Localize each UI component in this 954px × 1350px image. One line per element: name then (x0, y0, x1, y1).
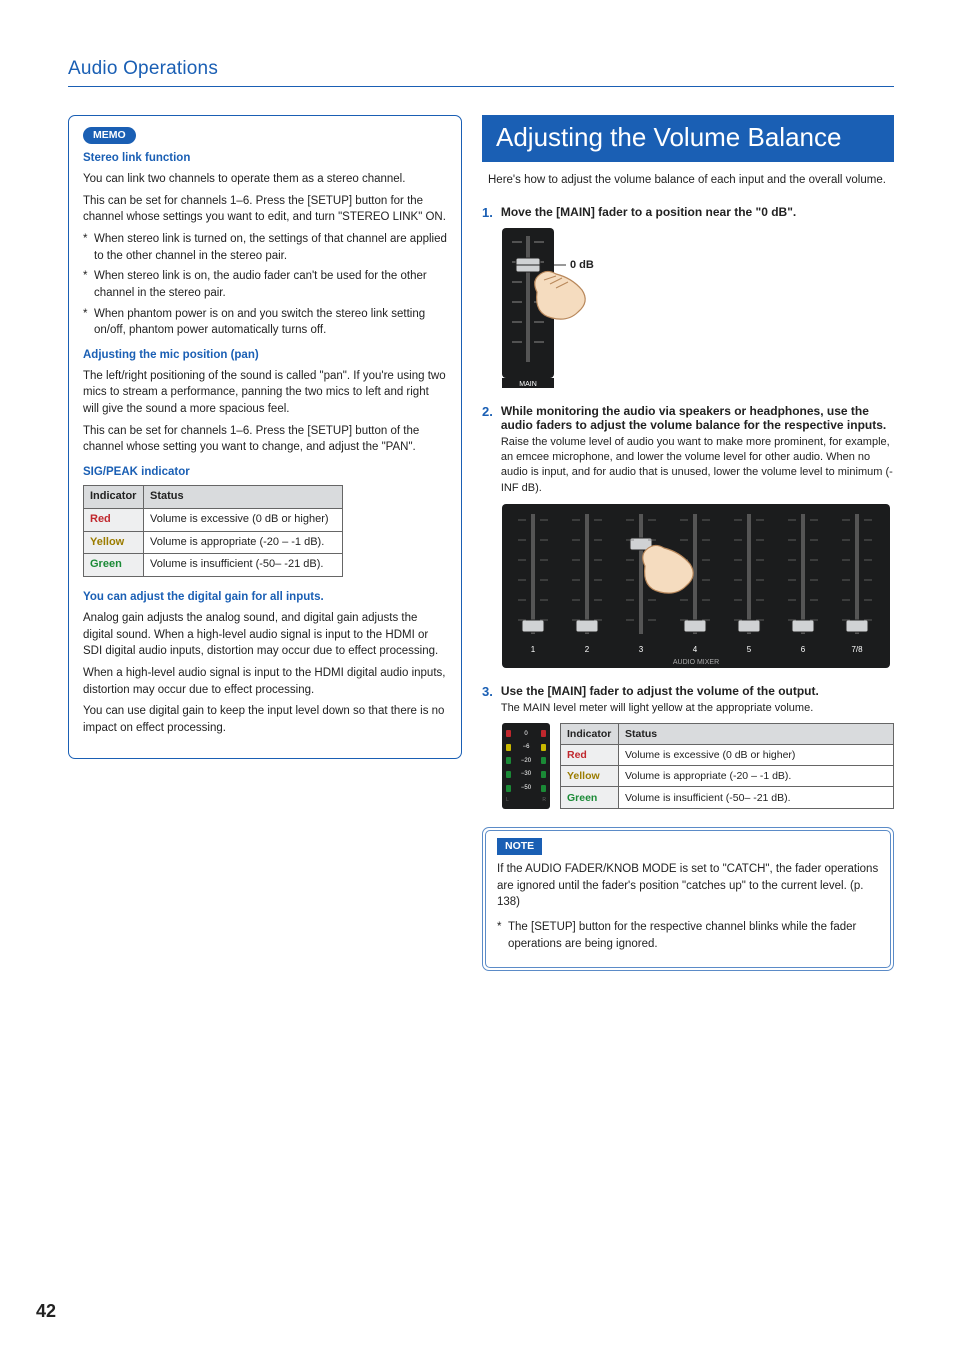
heading-stereo-link: Stereo link function (83, 150, 447, 167)
svg-text:MAIN: MAIN (519, 381, 537, 388)
cell-status: Volume is insufficient (-50– -21 dB). (144, 554, 343, 577)
paragraph: The left/right positioning of the sound … (83, 368, 447, 418)
memo-box: MEMO Stereo link function You can link t… (68, 115, 462, 759)
section-banner: Adjusting the Volume Balance (482, 115, 894, 162)
table-row: Red Volume is excessive (0 dB or higher) (561, 744, 894, 765)
list-item: When phantom power is on and you switch … (94, 306, 447, 339)
illustration-main-fader: 0 dB MAIN (482, 228, 894, 388)
cell-ind: Red (561, 744, 619, 765)
paragraph: This can be set for channels 1–6. Press … (83, 193, 447, 226)
step-text: While monitoring the audio via speakers … (501, 404, 894, 432)
step-2: 2. While monitoring the audio via speake… (482, 404, 894, 497)
heading-pan: Adjusting the mic position (pan) (83, 347, 447, 364)
level-meter: 0 −6 −20 −30 −50 LR (502, 723, 550, 809)
th-indicator: Indicator (84, 485, 144, 508)
step-text: Use the [MAIN] fader to adjust the volum… (501, 684, 894, 698)
indicator-table: Indicator Status Red Volume is excessive… (560, 723, 894, 809)
cell-ind: Yellow (561, 766, 619, 787)
th-status: Status (144, 485, 343, 508)
cell-status: Volume is appropriate (-20 – -1 dB). (619, 766, 894, 787)
cell-status: Volume is excessive (0 dB or higher) (144, 508, 343, 531)
step-num: 2. (482, 404, 493, 497)
paragraph: Analog gain adjusts the analog sound, an… (83, 610, 447, 660)
note-badge: NOTE (497, 838, 542, 855)
list-item: When stereo link is on, the audio fader … (94, 268, 447, 301)
note-box: NOTE If the AUDIO FADER/KNOB MODE is set… (482, 827, 894, 972)
memo-badge: MEMO (83, 127, 136, 144)
step-num: 1. (482, 205, 493, 220)
chapter-title: Audio Operations (68, 58, 894, 80)
th-indicator: Indicator (561, 723, 619, 744)
cell-ind: Green (561, 787, 619, 808)
intro: Here's how to adjust the volume balance … (482, 172, 894, 189)
paragraph: You can use digital gain to keep the inp… (83, 703, 447, 736)
heading-dgain: You can adjust the digital gain for all … (83, 589, 447, 606)
svg-text:5: 5 (747, 645, 752, 654)
list-item: When stereo link is turned on, the setti… (94, 231, 447, 264)
cell-status: Volume is insufficient (-50– -21 dB). (619, 787, 894, 808)
sig-table: Indicator Status Red Volume is excessive… (83, 485, 343, 578)
step-sub: Raise the volume level of audio you want… (501, 435, 894, 497)
table-row: Yellow Volume is appropriate (-20 – -1 d… (561, 766, 894, 787)
paragraph: If the AUDIO FADER/KNOB MODE is set to "… (497, 861, 879, 911)
svg-text:0 dB: 0 dB (570, 259, 594, 271)
paragraph: When a high-level audio signal is input … (83, 665, 447, 698)
cell-ind: Red (84, 508, 144, 531)
cell-ind: Green (84, 554, 144, 577)
step-3: 3. Use the [MAIN] fader to adjust the vo… (482, 684, 894, 716)
rule (68, 86, 894, 87)
cell-ind: Yellow (84, 531, 144, 554)
paragraph: This can be set for channels 1–6. Press … (83, 423, 447, 456)
svg-text:6: 6 (801, 645, 806, 654)
cell-status: Volume is excessive (0 dB or higher) (619, 744, 894, 765)
svg-text:2: 2 (585, 645, 590, 654)
bullet-list: When stereo link is turned on, the setti… (83, 231, 447, 339)
list-item: The [SETUP] button for the respective ch… (508, 919, 879, 952)
step-text: Move the [MAIN] fader to a position near… (501, 205, 894, 220)
th-status: Status (619, 723, 894, 744)
bullet-list: The [SETUP] button for the respective ch… (497, 919, 879, 952)
svg-text:1: 1 (531, 645, 536, 654)
table-row: Yellow Volume is appropriate (-20 – -1 d… (84, 531, 343, 554)
table-row: Green Volume is insufficient (-50– -21 d… (84, 554, 343, 577)
page-number: 42 (36, 1301, 56, 1322)
heading-sig: SIG/PEAK indicator (83, 464, 447, 481)
step-num: 3. (482, 684, 493, 716)
svg-text:7/8: 7/8 (851, 645, 863, 654)
svg-text:AUDIO MIXER: AUDIO MIXER (673, 659, 719, 666)
paragraph: You can link two channels to operate the… (83, 171, 447, 188)
step-sub: The MAIN level meter will light yellow a… (501, 701, 894, 716)
table-row: Red Volume is excessive (0 dB or higher) (84, 508, 343, 531)
step-1: 1. Move the [MAIN] fader to a position n… (482, 205, 894, 220)
cell-status: Volume is appropriate (-20 – -1 dB). (144, 531, 343, 554)
svg-text:4: 4 (693, 645, 698, 654)
illustration-mixer: 1 2 3 4 5 6 7/8 AUDIO MIXER (482, 504, 894, 668)
table-row: Green Volume is insufficient (-50– -21 d… (561, 787, 894, 808)
svg-text:3: 3 (639, 645, 644, 654)
meter-and-table: 0 −6 −20 −30 −50 LR Indicator Status Red… (482, 723, 894, 809)
